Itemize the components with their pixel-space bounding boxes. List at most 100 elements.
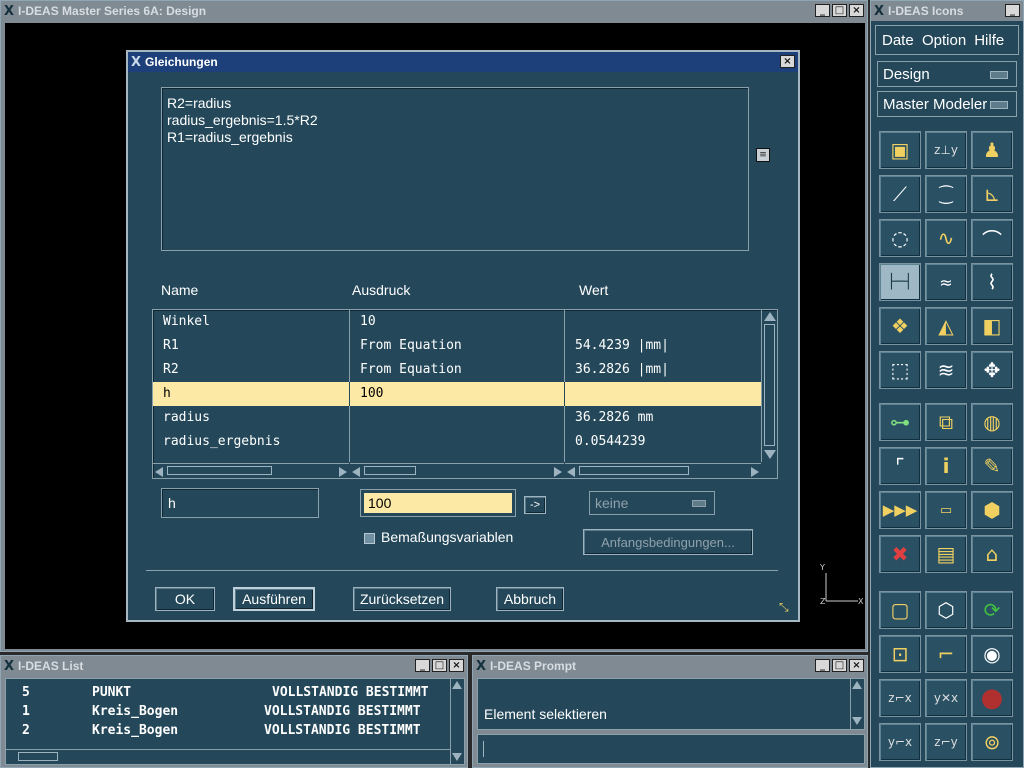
scroll-thumb[interactable] [579, 466, 689, 475]
table-row[interactable]: radius_ergebnis 0.0544239 [153, 430, 761, 454]
dialog-titlebar[interactable]: X Gleichungen × [128, 52, 798, 72]
equations-text-area[interactable]: R2=radius radius_ergebnis=1.5*R2 R1=radi… [161, 87, 749, 251]
scroll-thumb[interactable] [167, 466, 272, 475]
save-view-icon[interactable]: ⊚ [971, 723, 1013, 761]
minimize-button[interactable]: _ [1005, 4, 1020, 17]
close-button[interactable]: × [449, 659, 464, 672]
rotate-icon[interactable]: ⟳ [971, 591, 1013, 629]
cancel-button[interactable]: Abbruch [496, 587, 564, 611]
resize-grip-icon[interactable]: ⤡ [779, 600, 789, 615]
library-icon[interactable]: ⌂ [971, 535, 1013, 573]
revolve-icon[interactable]: ◭ [925, 307, 967, 345]
stamp-icon[interactable]: ♟ [971, 131, 1013, 169]
list-vertical-scrollbar[interactable] [450, 679, 464, 764]
application-selector[interactable]: Design [877, 61, 1017, 87]
scroll-up-icon[interactable] [764, 312, 776, 321]
cube-view-icon[interactable]: ⬡ [925, 591, 967, 629]
dimension-icon[interactable]: ├─┤ [879, 263, 921, 301]
circle-icon[interactable]: ◌ [879, 219, 921, 257]
frame-icon[interactable]: ⌜ [879, 447, 921, 485]
minimize-button[interactable]: _ [415, 659, 430, 672]
maximize-button[interactable]: □ [832, 659, 847, 672]
close-button[interactable]: × [849, 4, 864, 17]
menu-datei[interactable]: Datei [882, 32, 914, 49]
apply-arrow-button[interactable]: -> [524, 496, 546, 514]
initial-conditions-button[interactable]: Anfangsbedingungen... [583, 529, 753, 555]
info-icon[interactable]: i [925, 447, 967, 485]
reset-button[interactable]: Zurücksetzen [353, 587, 451, 611]
display-icon[interactable]: ▢ [879, 591, 921, 629]
dialog-close-button[interactable]: × [780, 55, 795, 68]
task-selector[interactable]: Master Modeler [877, 91, 1017, 117]
name-column-hscrollbar[interactable] [153, 463, 349, 478]
prompt-window-titlebar[interactable]: X I-DEAS Prompt _ □ × [473, 656, 867, 676]
view-iso-icon[interactable]: y✕x [925, 679, 967, 717]
constraint-icon[interactable]: ≈ [925, 263, 967, 301]
menu-hilfe[interactable]: Hilfe [974, 32, 1004, 49]
fillet-icon[interactable]: ⌒ [971, 219, 1013, 257]
table-row[interactable]: R2 From Equation 36.2826 |mm| [153, 358, 761, 382]
scroll-thumb[interactable] [364, 466, 416, 475]
profile-icon[interactable]: ⌇ [971, 263, 1013, 301]
view-yx-icon[interactable]: y⌐x [879, 723, 921, 761]
unit-select[interactable]: keine [589, 491, 715, 515]
play-forward-icon[interactable]: ▶▶▶ [879, 491, 921, 529]
name-field[interactable]: h [161, 488, 319, 518]
copy-icon[interactable]: ⧉ [925, 403, 967, 441]
section-icon[interactable]: ≋ [925, 351, 967, 389]
close-button[interactable]: × [849, 659, 864, 672]
view-zy-icon[interactable]: z⌐y [925, 723, 967, 761]
scroll-down-icon[interactable] [764, 450, 776, 459]
corner-icon[interactable]: ⊾ [971, 175, 1013, 213]
boolean-icon[interactable]: ◧ [971, 307, 1013, 345]
execute-button[interactable]: Ausführen [233, 587, 315, 611]
maximize-button[interactable]: □ [832, 4, 847, 17]
shaded-sphere-icon[interactable]: ● [971, 679, 1013, 717]
main-window-titlebar[interactable]: X I-DEAS Master Series 6A: Design _ □ × [1, 1, 867, 21]
table-row[interactable]: R1 From Equation 54.4239 |mm| [153, 334, 761, 358]
mesh-sphere-icon[interactable]: ◍ [971, 403, 1013, 441]
prompt-scrollbar[interactable] [850, 679, 864, 729]
expression-field[interactable]: 100 [360, 489, 516, 517]
icons-window-titlebar[interactable]: X I-DEAS Icons _ [871, 1, 1023, 21]
curve-icon[interactable]: ∿ [925, 219, 967, 257]
scroll-down-icon[interactable] [852, 717, 862, 725]
polyline-icon[interactable]: ⟋ [879, 175, 921, 213]
table-row[interactable]: radius 36.2826 mm [153, 406, 761, 430]
scroll-thumb[interactable] [764, 324, 775, 446]
zoom-window-icon[interactable]: ⊡ [879, 635, 921, 673]
workplane-icon[interactable]: z⊥y [925, 131, 967, 169]
table-row-selected[interactable]: h 100 [153, 382, 761, 406]
list-horizontal-scrollbar[interactable] [6, 749, 450, 764]
table-row[interactable]: Winkel 10 [153, 310, 761, 334]
table-vertical-scrollbar[interactable] [761, 310, 777, 462]
catalog-icon[interactable]: ⬢ [971, 491, 1013, 529]
move-icon[interactable]: ✥ [971, 351, 1013, 389]
select-box-icon[interactable]: ⬚ [879, 351, 921, 389]
value-column-hscrollbar[interactable] [565, 463, 761, 478]
list-item[interactable]: 2 Kreis_Bogen VOLLSTÄNDIG BESTIMMT [6, 721, 446, 740]
block-icon[interactable]: ▣ [879, 131, 921, 169]
ruler-icon[interactable]: ▭ [925, 491, 967, 529]
relations-icon[interactable]: ⊶ [879, 403, 921, 441]
view-eye-icon[interactable]: ◉ [971, 635, 1013, 673]
spline-points-icon[interactable]: ⁐ [925, 175, 967, 213]
expression-column-hscrollbar[interactable] [350, 463, 564, 478]
zoom-corner-icon[interactable]: ⌐ [925, 635, 967, 673]
minimize-button[interactable]: _ [815, 4, 830, 17]
paint-brush-icon[interactable]: ✎ [971, 447, 1013, 485]
maximize-button[interactable]: □ [432, 659, 447, 672]
ok-button[interactable]: OK [155, 587, 215, 611]
scroll-thumb[interactable] [18, 752, 58, 761]
delete-icon[interactable]: ✖ [879, 535, 921, 573]
prompt-input[interactable] [477, 734, 865, 764]
notes-icon[interactable]: ≡ [756, 148, 770, 162]
scroll-down-icon[interactable] [452, 753, 462, 761]
minimize-button[interactable]: _ [815, 659, 830, 672]
view-zx-icon[interactable]: z⌐x [879, 679, 921, 717]
extrude-icon[interactable]: ❖ [879, 307, 921, 345]
list-item[interactable]: 1 Kreis_Bogen VOLLSTÄNDIG BESTIMMT [6, 702, 446, 721]
dimension-variables-checkbox[interactable] [364, 533, 375, 544]
scroll-up-icon[interactable] [852, 681, 862, 689]
list-item[interactable]: 5 PUNKT VOLLSTÄNDIG BESTIMMT [6, 683, 446, 702]
